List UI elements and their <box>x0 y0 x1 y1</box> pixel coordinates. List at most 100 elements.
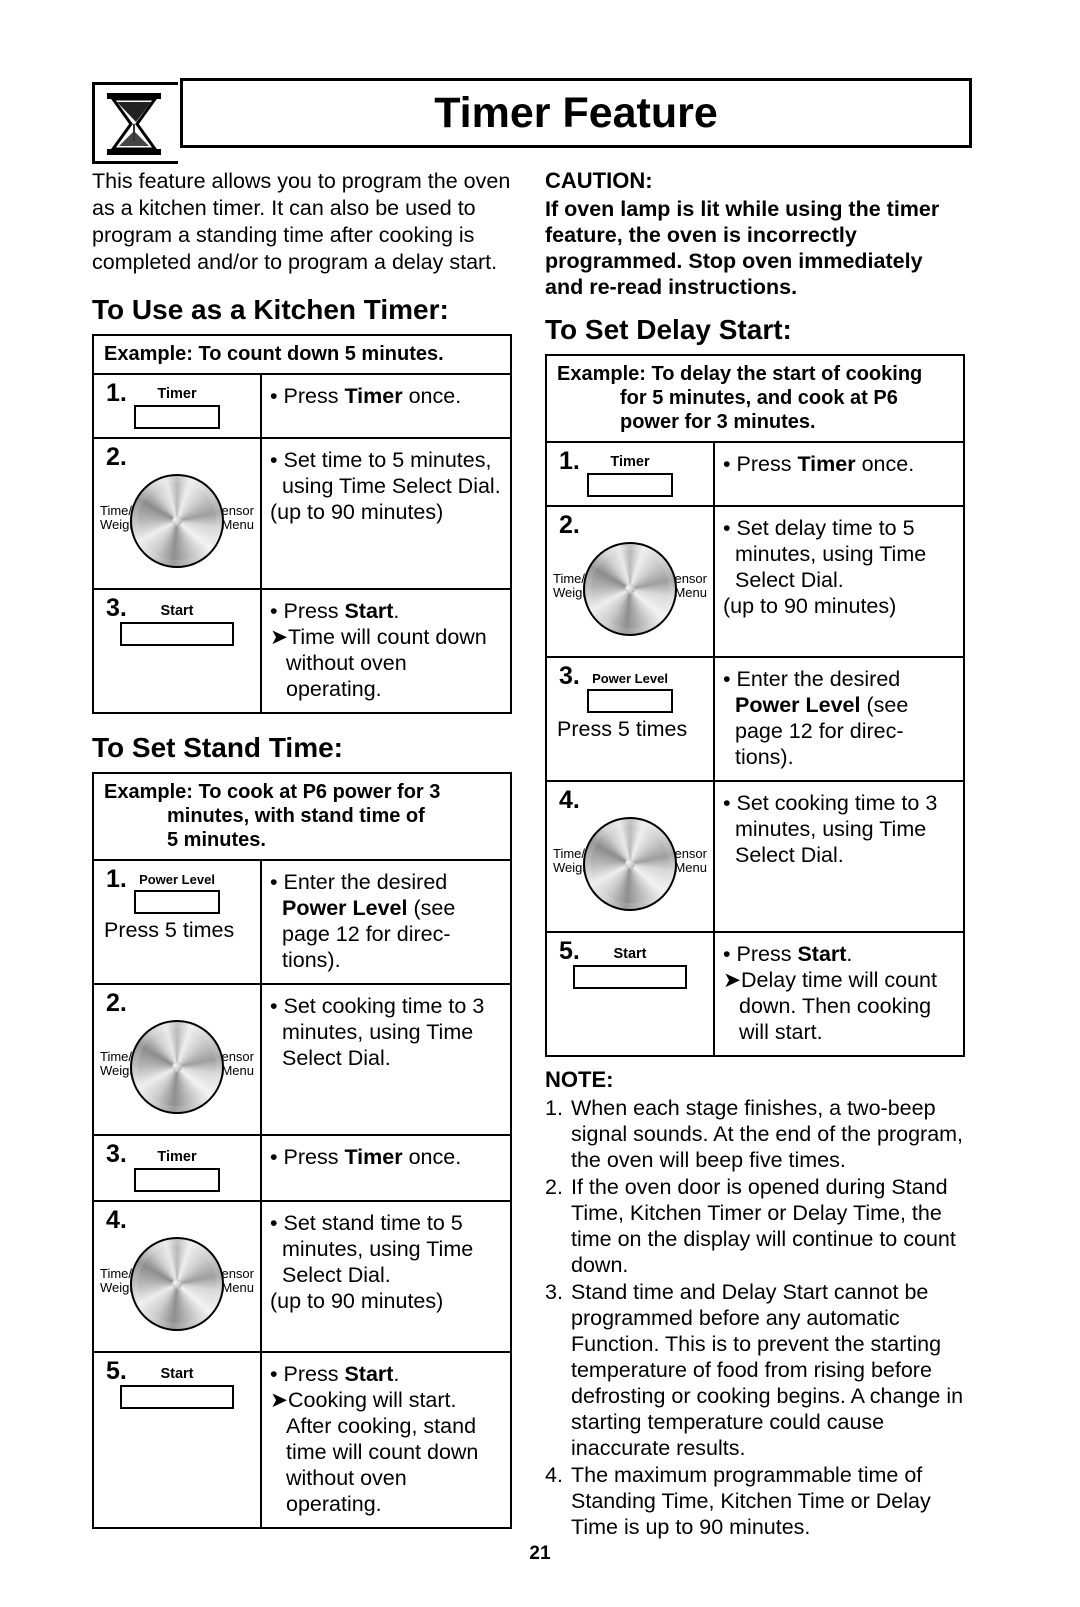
time-select-dial[interactable]: Time/Weight Sensor Menu <box>98 1235 256 1343</box>
page-header: Timer Feature <box>92 78 972 164</box>
step-control: 5. Start <box>547 933 715 1055</box>
press-times-note: Press 5 times <box>104 918 235 942</box>
button-bezel <box>134 890 220 914</box>
hourglass-glyph <box>107 93 161 155</box>
instruction-result: ➤Delay time will count down. Then cookin… <box>723 968 937 1044</box>
instruction-subline: (up to 90 minutes) <box>723 594 897 618</box>
list-item: 3. Stand time and Delay Start cannot be p… <box>545 1280 964 1460</box>
step-control: 2. Time/Weight Sensor Menu <box>547 507 715 656</box>
instruction-line: • Enter the desired Power Level (see pag… <box>723 667 909 769</box>
step-instructions: • Enter the desired Power Level (see pag… <box>262 861 510 983</box>
instruction-subline: (up to 90 minutes) <box>270 500 444 524</box>
step-row: 5. Start • Press Start. ➤Delay time will… <box>547 931 963 1055</box>
caution-title: CAUTION: <box>545 168 653 193</box>
instruction-line: • Set cooking time to 3 minutes, using T… <box>723 791 938 867</box>
step-control: 1. Timer <box>547 443 715 505</box>
note-text: The maximum programmable time of Standin… <box>571 1463 931 1539</box>
section-heading-stand-time: To Set Stand Time: <box>92 732 343 763</box>
time-select-dial[interactable]: Time/Weight Sensor Menu <box>98 1018 256 1126</box>
step-control: 4. Time/Weight Sensor Menu <box>94 1202 262 1351</box>
step-instructions: • Press Start. ➤Time will count down wit… <box>262 590 510 712</box>
instruction-line: • Set stand time to 5 minutes, using Tim… <box>270 1211 474 1287</box>
note-text: If the oven door is opened during Stand … <box>571 1175 956 1277</box>
button-bezel <box>587 689 673 713</box>
time-select-dial[interactable]: Time/Weight Sensor Menu <box>98 472 256 580</box>
example-text: Example: To count down 5 minutes. <box>104 343 444 365</box>
step-control: 1. Timer <box>94 375 262 437</box>
step-control: 3. Start <box>94 590 262 712</box>
steps-delay-start: 1. Timer • Press Timer once. 2. Time/Wei… <box>545 443 965 1057</box>
dial-knob[interactable] <box>130 474 224 568</box>
note-text: Stand time and Delay Start cannot be pro… <box>571 1280 964 1460</box>
step-instructions: • Set time to 5 minutes, using Time Sele… <box>262 439 510 588</box>
step-instructions: • Set delay time to 5 minutes, using Tim… <box>715 507 963 656</box>
step-row: 3. Start • Press Start. ➤Time will count… <box>94 588 510 712</box>
button-bezel <box>573 965 687 989</box>
example-box-stand-time: Example: To cook at P6 power for 3 minut… <box>92 772 512 861</box>
step-row: 1. Power Level Press 5 times • Enter the… <box>94 861 510 983</box>
step-instructions: • Press Timer once. <box>262 375 510 437</box>
hourglass-icon <box>92 82 178 164</box>
step-number: 4. <box>106 1206 127 1234</box>
example-text: Example: To delay the start of cooking <box>557 363 923 385</box>
instruction-line: • Press Timer once. <box>723 452 915 476</box>
instruction-result: ➤Time will count down without oven opera… <box>270 625 487 701</box>
step-instructions: • Enter the desired Power Level (see pag… <box>715 658 963 780</box>
instruction-line: • Press Start. <box>270 1362 400 1386</box>
time-select-dial[interactable]: Time/Weight Sensor Menu <box>551 540 709 648</box>
instruction-line: • Press Start. <box>723 942 853 966</box>
step-control: 2. Time/Weight Sensor Menu <box>94 439 262 588</box>
page-number: 21 <box>529 1543 551 1564</box>
note-title: NOTE: <box>545 1067 614 1092</box>
step-row: 5. Start • Press Start. ➤Cooking will st… <box>94 1351 510 1527</box>
step-instructions: • Set cooking time to 3 minutes, using T… <box>715 782 963 931</box>
step-instructions: • Press Timer once. <box>262 1136 510 1200</box>
example-text-cont: for 5 minutes, and cook at P6 power for 3… <box>620 387 898 433</box>
steps-stand-time: 1. Power Level Press 5 times • Enter the… <box>92 861 512 1529</box>
dial-knob[interactable] <box>130 1020 224 1114</box>
section-heading-delay-start: To Set Delay Start: <box>545 314 792 345</box>
caution-body: If oven lamp is lit while using the time… <box>545 197 940 299</box>
step-row: 1. Timer • Press Timer once. <box>547 443 963 505</box>
step-control: 3. Timer <box>94 1136 262 1200</box>
instruction-line: • Press Start. <box>270 599 400 623</box>
step-instructions: • Set stand time to 5 minutes, using Tim… <box>262 1202 510 1351</box>
dial-knob[interactable] <box>130 1237 224 1331</box>
step-control: 3. Power Level Press 5 times <box>547 658 715 780</box>
step-row: 2. Time/Weight Sensor Menu • Set delay ti… <box>547 505 963 656</box>
example-text-cont: minutes, with stand time of 5 minutes. <box>167 805 425 851</box>
step-instructions: • Set cooking time to 3 minutes, using T… <box>262 985 510 1134</box>
dial-knob[interactable] <box>583 542 677 636</box>
instruction-result: ➤Cooking will start. After cooking, stan… <box>270 1388 479 1516</box>
example-box-kitchen-timer: Example: To count down 5 minutes. <box>92 334 512 375</box>
button-bezel <box>120 1385 234 1409</box>
step-number: 2. <box>106 443 127 471</box>
instruction-line: • Enter the desired Power Level (see pag… <box>270 870 456 972</box>
page-title: Timer Feature <box>434 88 718 137</box>
step-number: 4. <box>559 786 580 814</box>
step-row: 4. Time/Weight Sensor Menu • Set stand ti… <box>94 1200 510 1351</box>
button-bezel <box>134 405 220 429</box>
step-number: 2. <box>559 511 580 539</box>
instruction-line: • Press Timer once. <box>270 384 462 408</box>
dial-knob[interactable] <box>583 817 677 911</box>
left-column: This feature allows you to program the o… <box>92 168 512 1529</box>
step-row: 2. Time/Weight Sensor Menu • Set cooking … <box>94 983 510 1134</box>
instruction-subline: (up to 90 minutes) <box>270 1289 444 1313</box>
manual-page: Timer Feature This feature allows you to… <box>0 0 1080 1607</box>
step-control: 1. Power Level Press 5 times <box>94 861 262 983</box>
step-row: 2. Time/Weight Sensor Menu • Set time to … <box>94 437 510 588</box>
time-select-dial[interactable]: Time/Weight Sensor Menu <box>551 815 709 923</box>
instruction-line: • Press Timer once. <box>270 1145 462 1169</box>
example-text: Example: To cook at P6 power for 3 <box>104 781 441 803</box>
intro-paragraph: This feature allows you to program the o… <box>92 169 511 274</box>
note-text: When each stage finishes, a two-beep sig… <box>571 1096 964 1172</box>
page-title-box: Timer Feature <box>180 78 972 148</box>
step-instructions: • Press Start. ➤Cooking will start. Afte… <box>262 1353 510 1527</box>
step-row: 3. Power Level Press 5 times • Enter the… <box>547 656 963 780</box>
list-item: 1. When each stage finishes, a two-beep s… <box>545 1096 964 1172</box>
press-times-note: Press 5 times <box>557 717 688 741</box>
button-bezel <box>587 473 673 497</box>
right-column: CAUTION: If oven lamp is lit while using… <box>545 168 965 1541</box>
instruction-line: • Set cooking time to 3 minutes, using T… <box>270 994 485 1070</box>
